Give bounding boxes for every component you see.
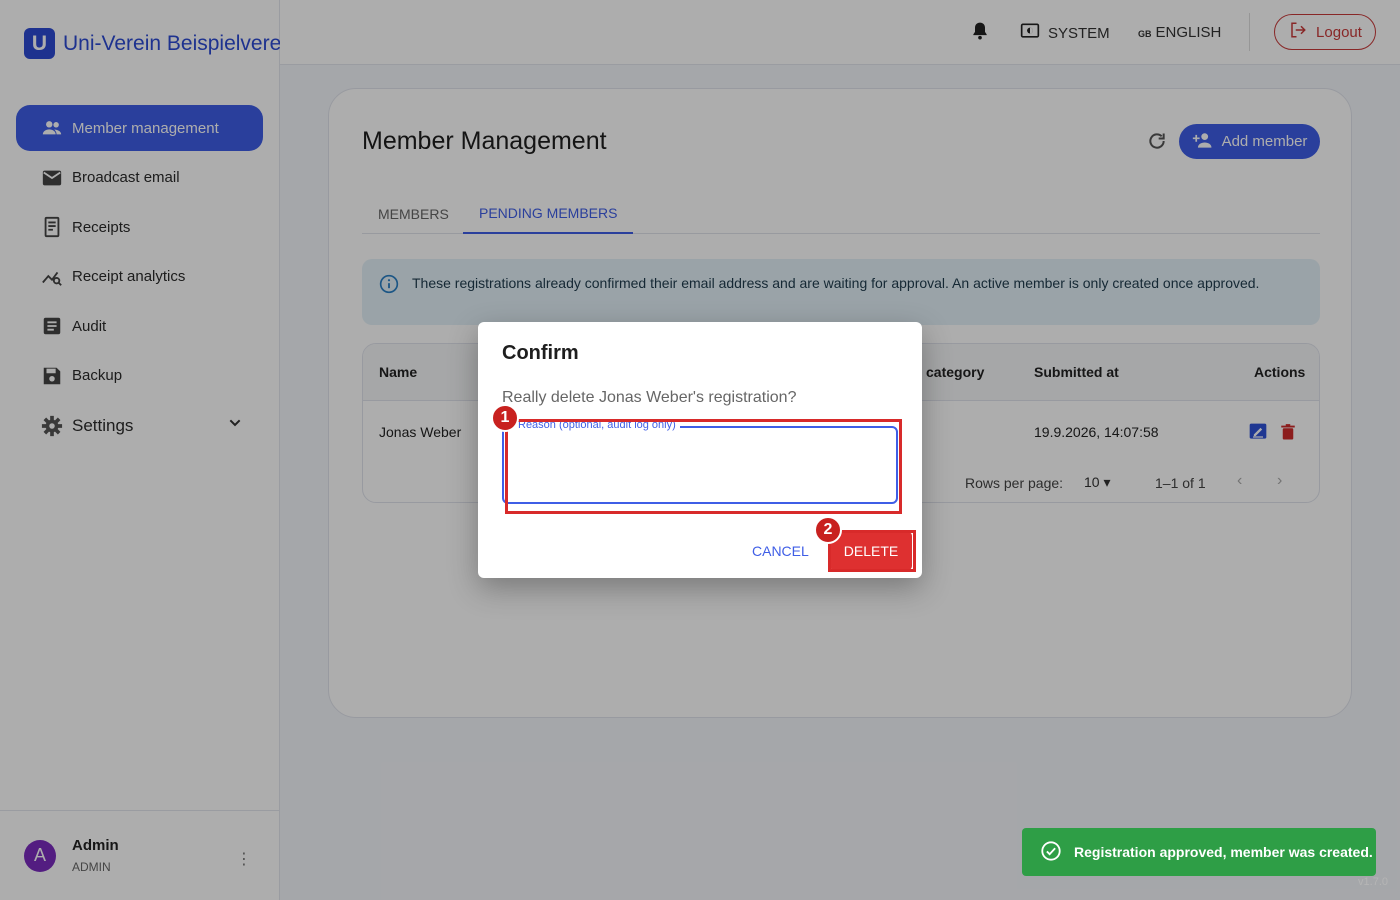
check-circle-icon xyxy=(1040,840,1062,865)
success-toast: Registration approved, member was create… xyxy=(1022,828,1376,876)
dialog-title: Confirm xyxy=(502,342,579,364)
dialog-message: Really delete Jonas Weber's registration… xyxy=(502,389,797,406)
highlight-box-delete xyxy=(828,530,916,572)
app-version: v1.7.0 xyxy=(1358,876,1388,888)
step-badge-1: 1 xyxy=(491,404,519,432)
cancel-button[interactable]: CANCEL xyxy=(744,536,817,566)
highlight-box-reason xyxy=(505,419,902,514)
toast-message: Registration approved, member was create… xyxy=(1074,844,1373,860)
step-badge-2: 2 xyxy=(814,516,842,544)
